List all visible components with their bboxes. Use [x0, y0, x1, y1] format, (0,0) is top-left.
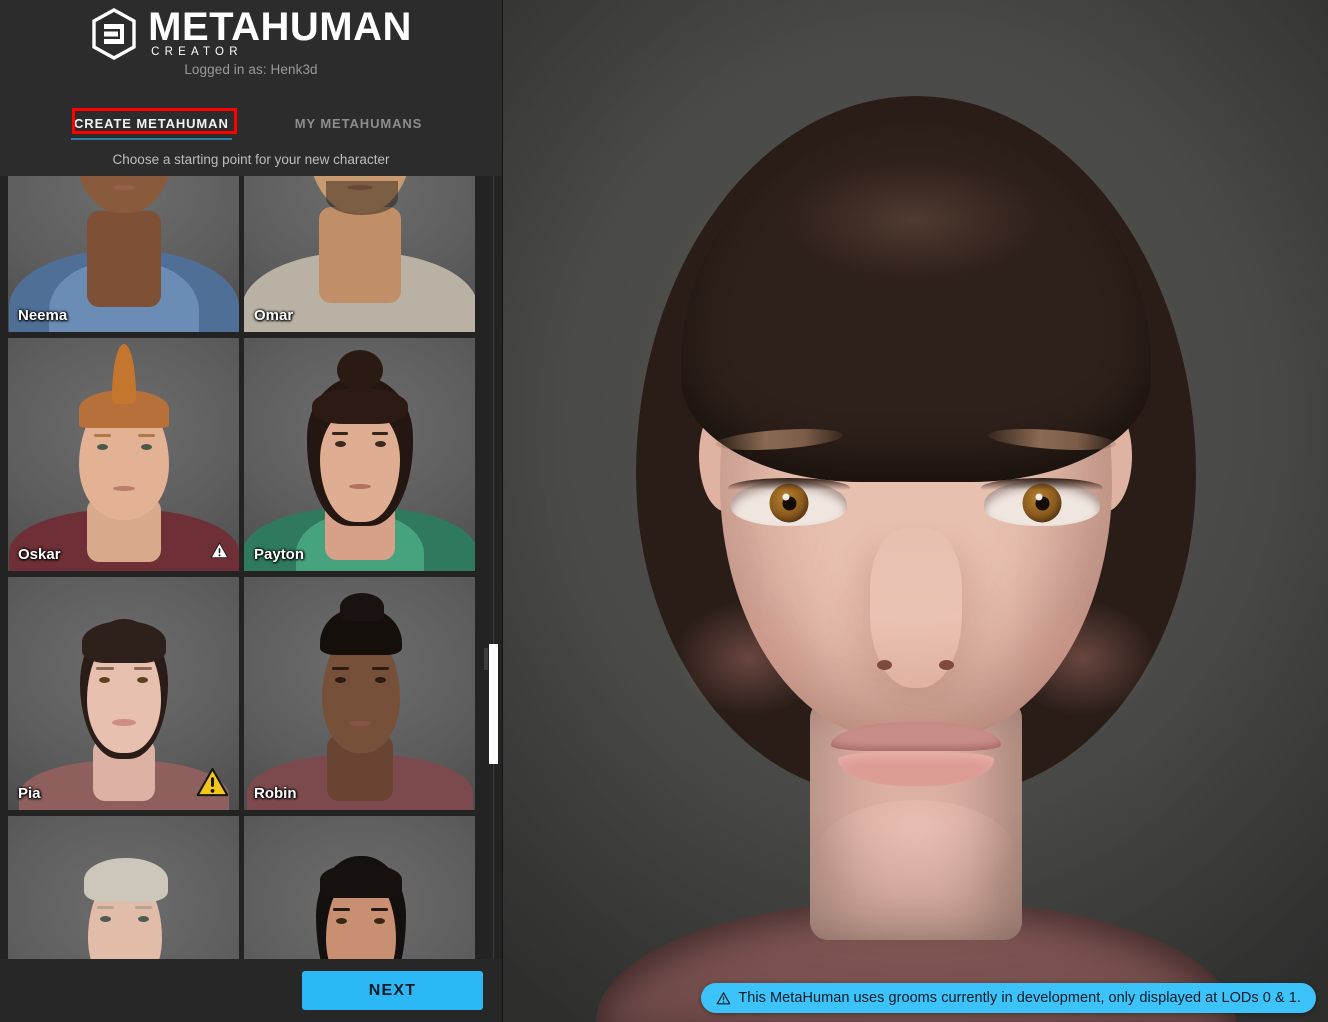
portrait-eye-right: [981, 478, 1103, 526]
warning-triangle-icon: [716, 991, 731, 1006]
warning-triangle-icon: [196, 766, 229, 804]
page-subtitle: Choose a starting point for your new cha…: [112, 151, 390, 167]
character-card-label: Pia: [18, 785, 41, 802]
portrait-nostril-right: [939, 660, 954, 670]
character-card-rosemary[interactable]: Rosemary: [8, 816, 239, 959]
character-card-label: Omar: [254, 307, 294, 324]
tab-create-metahuman[interactable]: CREATE METAHUMAN: [70, 112, 233, 140]
character-card-label: Robin: [254, 785, 297, 802]
portrait-cheek-left: [675, 600, 823, 716]
character-card-omar[interactable]: Omar: [244, 176, 475, 332]
portrait-nostril-left: [877, 660, 892, 670]
subtitle-bar: Choose a starting point for your new cha…: [0, 142, 502, 176]
portrait-eye-left: [728, 478, 850, 526]
toast-message: This MetaHuman uses grooms currently in …: [738, 990, 1301, 1006]
sidebar-footer: NEXT: [0, 959, 502, 1022]
portrait-chin: [815, 800, 1016, 910]
tab-my-metahumans[interactable]: MY METAHUMANS: [291, 112, 427, 140]
logo-row: METAHUMAN CREATOR: [0, 0, 502, 60]
character-card-robin[interactable]: Robin: [244, 577, 475, 810]
character-card-neema[interactable]: Neema: [8, 176, 239, 332]
character-card-oskar[interactable]: Oskar: [8, 338, 239, 571]
logo-subtitle: CREATOR: [151, 46, 243, 58]
brand-header: METAHUMAN CREATOR Logged in as: Henk3d: [0, 0, 502, 110]
grid-scrollbar-notch: [484, 648, 488, 670]
left-sidebar: METAHUMAN CREATOR Logged in as: Henk3d C…: [0, 0, 503, 1022]
grid-scrollbar-thumb[interactable]: [489, 644, 498, 764]
groom-warning-toast: This MetaHuman uses grooms currently in …: [701, 983, 1316, 1013]
character-card-pia[interactable]: Pia: [8, 577, 239, 810]
metahuman-creator-window: METAHUMAN CREATOR Logged in as: Henk3d C…: [0, 0, 1328, 1022]
character-card-label: Payton: [254, 546, 305, 563]
next-button[interactable]: NEXT: [302, 971, 483, 1010]
character-viewport[interactable]: This MetaHuman uses grooms currently in …: [503, 0, 1328, 1022]
character-card-roux[interactable]: Roux: [244, 816, 475, 959]
starting-point-grid: Neema Omar Oskar Payton Pia Robin: [8, 176, 475, 959]
metahuman-hexagon-logo-icon: [92, 8, 136, 60]
warning-triangle-icon: [210, 541, 229, 565]
login-status: Logged in as: Henk3d: [184, 62, 318, 77]
portrait-lips: [830, 722, 1001, 786]
grid-scrollbar-track[interactable]: [493, 176, 494, 959]
tab-bar: CREATE METAHUMAN MY METAHUMANS: [0, 108, 502, 142]
character-card-label: Neema: [18, 307, 68, 324]
starting-point-grid-region: Neema Omar Oskar Payton Pia Robin: [0, 176, 502, 959]
character-card-payton[interactable]: Payton: [244, 338, 475, 571]
portrait-cheek-right: [1008, 600, 1156, 716]
metahuman-portrait-render: [503, 0, 1328, 1022]
character-card-label: Oskar: [18, 546, 61, 563]
logo-wordmark: METAHUMAN CREATOR: [148, 5, 412, 58]
portrait-hair-highlight: [789, 160, 1039, 280]
logo-title: METAHUMAN: [148, 5, 412, 49]
